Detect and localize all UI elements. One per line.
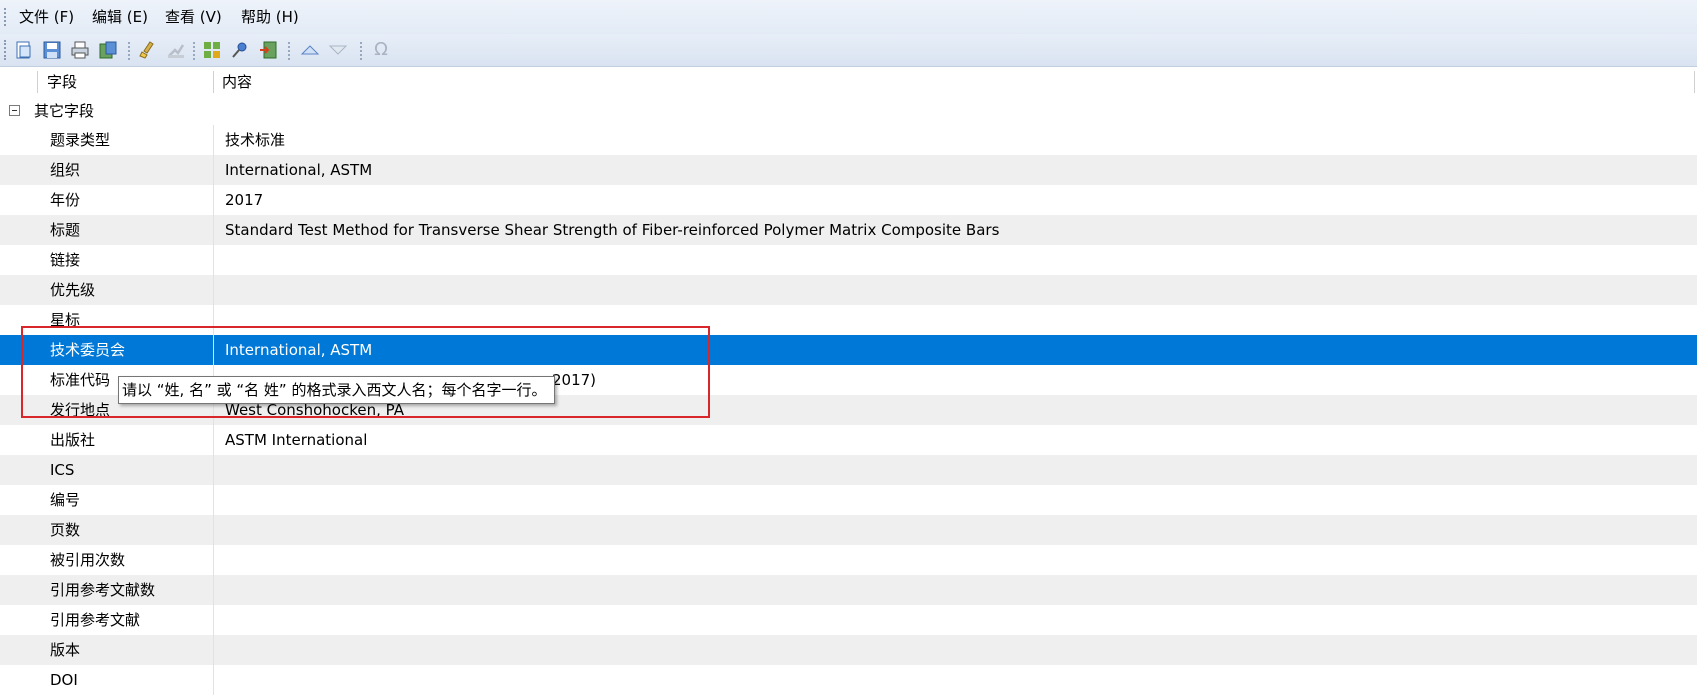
table-row[interactable]: 出版社 ASTM International (0, 425, 1697, 455)
group-label: 其它字段 (34, 102, 95, 120)
field-name-cell: 优先级 (50, 281, 96, 299)
column-divider (213, 635, 214, 665)
field-value-cell[interactable]: 2017) (552, 365, 596, 395)
table-row[interactable]: ICS (0, 455, 1697, 485)
field-value-cell[interactable]: ASTM International (225, 425, 367, 455)
table-row[interactable]: 组织 International, ASTM (0, 155, 1697, 185)
header-divider (1694, 71, 1695, 93)
menu-file[interactable]: 文件 (F) (19, 8, 74, 26)
column-divider (213, 305, 214, 335)
column-divider (213, 215, 214, 245)
header-divider[interactable] (213, 71, 214, 93)
field-name-cell: 标题 (50, 221, 81, 239)
table-row[interactable]: DOI (0, 665, 1697, 695)
table-row[interactable]: 页数 (0, 515, 1697, 545)
column-divider (213, 455, 214, 485)
save-icon[interactable] (42, 40, 62, 60)
column-divider (213, 575, 214, 605)
new-record-icon[interactable] (14, 40, 34, 60)
pin-icon[interactable] (230, 40, 250, 60)
column-divider (213, 275, 214, 305)
column-header-field[interactable]: 字段 (47, 67, 77, 97)
menu-help[interactable]: 帮助 (H) (241, 8, 299, 26)
grid-view-icon[interactable] (202, 40, 222, 60)
menu-grip (4, 8, 8, 26)
toolbar-grip (4, 40, 8, 60)
column-header-content[interactable]: 内容 (222, 67, 252, 97)
field-name-cell: 题录类型 (50, 131, 111, 149)
table-row[interactable]: 技术委员会 International, ASTM (0, 335, 1697, 365)
import-icon[interactable] (258, 40, 278, 60)
field-name-cell: 组织 (50, 161, 81, 179)
toolbar-separator (193, 42, 195, 60)
column-divider (213, 485, 214, 515)
table-row[interactable]: 年份 2017 (0, 185, 1697, 215)
tooltip: 请以 “姓, 名” 或 “名 姓” 的格式录入西文人名；每个名字一行。 (118, 376, 556, 404)
export-icon[interactable] (98, 40, 118, 60)
field-name-cell: 版本 (50, 641, 81, 659)
table-row[interactable]: 被引用次数 (0, 545, 1697, 575)
column-divider (213, 125, 214, 155)
field-name-cell: 页数 (50, 521, 81, 539)
field-name-cell: 年份 (50, 191, 81, 209)
print-icon[interactable] (70, 40, 90, 60)
field-value-cell[interactable]: International, ASTM (225, 335, 372, 365)
table-row[interactable]: 引用参考文献 (0, 605, 1697, 635)
table-row[interactable]: 题录类型 技术标准 (0, 125, 1697, 155)
field-name-cell: 编号 (50, 491, 81, 509)
field-name-cell: 标准代码 (50, 371, 111, 389)
field-value-cell[interactable]: International, ASTM (225, 155, 372, 185)
field-value-cell[interactable]: 2017 (225, 185, 263, 215)
field-name-cell: 星标 (50, 311, 81, 329)
table-row[interactable]: 星标 (0, 305, 1697, 335)
column-divider (213, 545, 214, 575)
field-name-cell: DOI (50, 671, 78, 689)
clean-icon[interactable] (138, 40, 158, 60)
column-divider (213, 425, 214, 455)
move-down-icon[interactable] (328, 40, 348, 60)
field-name-cell: 引用参考文献 (50, 611, 141, 629)
toolbar-separator (288, 42, 290, 60)
omega-icon: Ω (374, 39, 388, 60)
field-name-cell: 发行地点 (50, 401, 111, 419)
table-row[interactable]: 优先级 (0, 275, 1697, 305)
table-row[interactable]: 版本 (0, 635, 1697, 665)
header-divider (37, 71, 38, 93)
toolbar-separator (128, 42, 130, 60)
menu-bar: 文件 (F) 编辑 (E) 查看 (V) 帮助 (H) (0, 0, 1697, 34)
column-divider (213, 665, 214, 695)
field-value-cell[interactable]: 技术标准 (225, 125, 285, 155)
toolbar: Ω (0, 34, 1697, 67)
move-up-icon[interactable] (300, 40, 320, 60)
table-row[interactable]: 链接 (0, 245, 1697, 275)
toolbar-separator (360, 42, 362, 60)
menu-view[interactable]: 查看 (V) (165, 8, 222, 26)
collapse-icon[interactable] (9, 105, 20, 116)
field-name-cell: 被引用次数 (50, 551, 126, 569)
field-name-cell: 技术委员会 (50, 341, 126, 359)
field-name-cell: 出版社 (50, 431, 96, 449)
table-row[interactable]: 编号 (0, 485, 1697, 515)
column-divider (213, 155, 214, 185)
table-row[interactable]: 引用参考文献数 (0, 575, 1697, 605)
field-value-cell[interactable]: Standard Test Method for Transverse Shea… (225, 215, 999, 245)
column-divider (213, 605, 214, 635)
column-divider (213, 335, 214, 365)
field-name-cell: 链接 (50, 251, 81, 269)
menu-edit[interactable]: 编辑 (E) (92, 8, 148, 26)
group-row[interactable]: 其它字段 (0, 97, 1697, 125)
field-name-cell: 引用参考文献数 (50, 581, 156, 599)
grid-header: 字段 内容 (0, 67, 1697, 98)
column-divider (213, 515, 214, 545)
table-row[interactable]: 标题 Standard Test Method for Transverse Sh… (0, 215, 1697, 245)
column-divider (213, 185, 214, 215)
disabled-tool-icon (166, 40, 186, 60)
column-divider (213, 245, 214, 275)
field-name-cell: ICS (50, 461, 75, 479)
